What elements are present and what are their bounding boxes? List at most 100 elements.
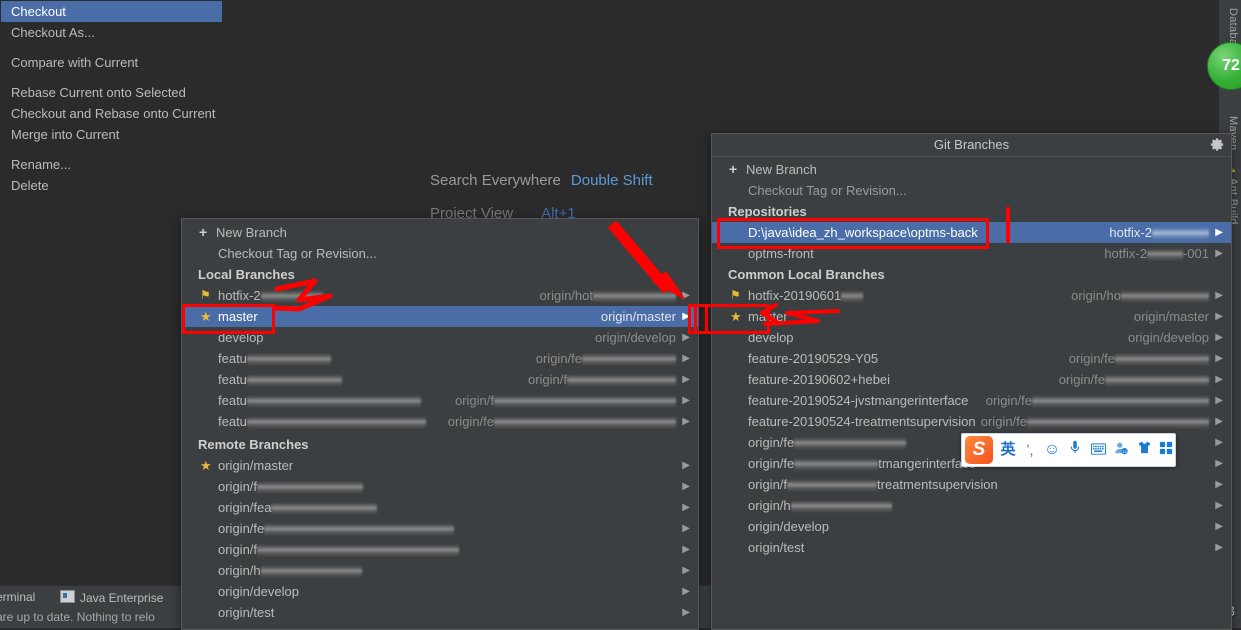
branch-name: feature-20190524-treatmentsupervision — [748, 411, 976, 432]
context-menu-item[interactable]: Checkout — [1, 1, 222, 22]
redacted-text — [1147, 249, 1183, 260]
redacted-text — [247, 417, 426, 428]
branch-name: origin/develop — [218, 581, 299, 602]
new-branch-item[interactable]: + New Branch — [182, 222, 698, 243]
sogou-logo-icon[interactable]: S — [965, 436, 993, 464]
redacted-text — [1152, 228, 1209, 239]
redacted-text — [582, 354, 676, 365]
common-local-branch-row[interactable]: ⚑hotfix-20190601origin/ho▶ — [712, 285, 1231, 306]
remote-branch-row[interactable]: origin/develop▶ — [182, 581, 698, 602]
gear-icon[interactable] — [1210, 137, 1225, 152]
branch-name: feature-20190524-jvstmangerinterface — [748, 390, 968, 411]
remote-branch-row[interactable]: origin/test▶ — [712, 537, 1231, 558]
branch-name: hotfix-2 — [218, 285, 323, 306]
chevron-right-icon: ▶ — [682, 348, 690, 369]
checkout-tag-item[interactable]: Checkout Tag or Revision... — [182, 243, 698, 264]
chevron-right-icon: ▶ — [1215, 432, 1223, 453]
redacted-text — [257, 545, 459, 556]
checkout-tag-item[interactable]: Checkout Tag or Revision... — [712, 180, 1231, 201]
voice-input-button[interactable] — [1065, 440, 1085, 460]
new-branch-label: New Branch — [216, 222, 287, 243]
common-local-branch-row[interactable]: feature-20190524-treatmentsupervisionori… — [712, 411, 1231, 432]
checkout-tag-label: Checkout Tag or Revision... — [218, 243, 377, 264]
context-menu-item[interactable]: Rebase Current onto Selected — [1, 82, 222, 103]
soft-keyboard-button[interactable] — [1088, 440, 1108, 460]
context-menu-item[interactable]: Compare with Current — [1, 52, 222, 73]
branch-context-menu[interactable]: CheckoutCheckout As... Compare with Curre… — [0, 0, 223, 198]
redacted-text — [271, 503, 377, 514]
branch-name: featu — [218, 411, 426, 432]
redacted-text — [1032, 396, 1209, 407]
repository-branch: hotfix-2 — [1109, 222, 1209, 243]
status-tab-java-enterprise[interactable]: Java Enterprise — [60, 590, 163, 605]
branch-name: origin/fea — [218, 497, 377, 518]
emoji-button[interactable]: ☺ — [1042, 440, 1062, 460]
checkout-tag-label: Checkout Tag or Revision... — [748, 180, 907, 201]
user-account-button[interactable]: 14 — [1111, 440, 1131, 460]
search-everywhere-shortcut: Double Shift — [571, 172, 653, 189]
plus-icon: + — [199, 222, 207, 243]
chevron-right-icon: ▶ — [682, 560, 690, 581]
status-bar-message: are up to date. Nothing to relo — [0, 610, 155, 624]
chevron-right-icon: ▶ — [1215, 369, 1223, 390]
remote-branch-row[interactable]: origin/h▶ — [712, 495, 1231, 516]
context-menu-item[interactable]: Checkout and Rebase onto Current — [1, 103, 222, 124]
git-branches-popup-left[interactable]: +New BranchCheckout Tag or Revision...Lo… — [181, 218, 699, 630]
branch-tracking: origin/ho — [1071, 285, 1209, 306]
remote-branch-row[interactable]: origin/fe▶ — [182, 518, 698, 539]
common-local-branch-row[interactable]: feature-20190602+hebeiorigin/fe▶ — [712, 369, 1231, 390]
skin-button[interactable] — [1134, 440, 1154, 460]
redacted-text — [794, 438, 906, 449]
notification-badge[interactable]: 72 — [1207, 42, 1241, 90]
local-branch-row[interactable]: featuorigin/fe▶ — [182, 348, 698, 369]
remote-branch-row[interactable]: origin/f▶ — [182, 476, 698, 497]
branch-tracking: origin/fe — [981, 411, 1209, 432]
punctuation-button[interactable]: ʼ, — [1020, 440, 1040, 460]
common-local-branch-row[interactable]: feature-20190529-Y05origin/fe▶ — [712, 348, 1231, 369]
sogou-ime-toolbar[interactable]: S 英 ʼ, ☺ 14 — [961, 433, 1176, 467]
remote-branch-row[interactable]: origin/test▶ — [182, 602, 698, 623]
context-menu-item[interactable]: Delete — [1, 175, 222, 196]
local-branch-row[interactable]: ⚑hotfix-2origin/hot▶ — [182, 285, 698, 306]
common-local-branch-row[interactable]: feature-20190524-jvstmangerinterfaceorig… — [712, 390, 1231, 411]
branch-name: origin/master — [218, 455, 293, 476]
branch-tracking: origin/master — [601, 306, 676, 327]
redacted-text — [257, 482, 363, 493]
context-menu-item[interactable]: Checkout As... — [1, 22, 222, 43]
chevron-right-icon: ▶ — [682, 411, 690, 432]
common-local-branches-header: Common Local Branches — [712, 264, 1231, 285]
redacted-text — [494, 417, 676, 428]
remote-branch-row[interactable]: origin/fea▶ — [182, 497, 698, 518]
chevron-right-icon: ▶ — [1215, 537, 1223, 558]
chevron-right-icon: ▶ — [1215, 390, 1223, 411]
remote-branch-row[interactable]: ★origin/master▶ — [182, 455, 698, 476]
star-icon: ★ — [200, 458, 212, 473]
redacted-text — [791, 501, 892, 512]
context-menu-item[interactable]: Rename... — [1, 154, 222, 175]
chevron-right-icon: ▶ — [1215, 306, 1223, 327]
local-branch-row[interactable]: featuorigin/f▶ — [182, 369, 698, 390]
box-around-checkout-menu-item — [694, 304, 770, 334]
redacted-text — [1121, 291, 1209, 302]
chevron-right-icon: ▶ — [1215, 411, 1223, 432]
branch-name: origin/fe — [748, 432, 906, 453]
toolbox-button[interactable] — [1156, 440, 1176, 460]
context-menu-item[interactable]: Merge into Current — [1, 124, 222, 145]
remote-branch-row[interactable]: origin/ftreatmentsupervision▶ — [712, 474, 1231, 495]
remote-branch-row[interactable]: origin/h▶ — [182, 560, 698, 581]
redacted-text — [247, 354, 331, 365]
language-mode-button[interactable]: 英 — [998, 440, 1018, 460]
local-branch-row[interactable]: featuorigin/f▶ — [182, 390, 698, 411]
local-branch-row[interactable]: featuorigin/fe▶ — [182, 411, 698, 432]
git-branches-popup-right[interactable]: Git Branches +New BranchCheckout Tag or … — [711, 133, 1232, 630]
common-local-branch-row[interactable]: ★masterorigin/master▶ — [712, 306, 1231, 327]
remote-branch-row[interactable]: origin/f▶ — [182, 539, 698, 560]
branch-tracking: origin/fe — [1069, 348, 1209, 369]
new-branch-label: New Branch — [746, 159, 817, 180]
common-local-branch-row[interactable]: developorigin/develop▶ — [712, 327, 1231, 348]
status-tab-terminal[interactable]: erminal — [0, 590, 35, 604]
branch-tracking: origin/hot — [540, 285, 676, 306]
search-everywhere-label: Search Everywhere — [430, 172, 561, 189]
remote-branch-row[interactable]: origin/develop▶ — [712, 516, 1231, 537]
new-branch-item[interactable]: +New Branch — [712, 159, 1231, 180]
